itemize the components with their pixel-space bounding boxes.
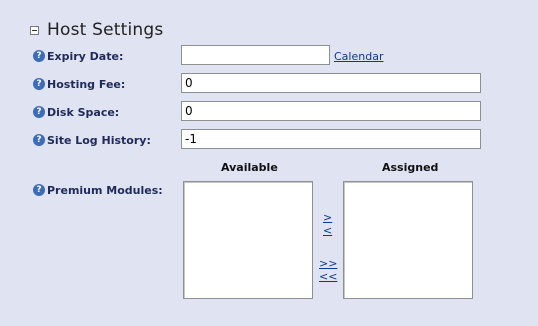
- calendar-link[interactable]: Calendar: [334, 50, 383, 63]
- hosting-fee-input[interactable]: [181, 73, 481, 93]
- assigned-header: Assigned: [382, 161, 439, 174]
- help-icon[interactable]: ?: [33, 106, 45, 118]
- expiry-date-row: ? Expiry Date:: [33, 46, 123, 66]
- remove-all-modules-button[interactable]: <<: [319, 271, 337, 283]
- available-header: Available: [221, 161, 278, 174]
- disk-space-input[interactable]: [181, 101, 481, 121]
- collapse-minus-icon[interactable]: [30, 25, 39, 35]
- hosting-fee-row: ? Hosting Fee:: [33, 74, 125, 94]
- disk-space-row: ? Disk Space:: [33, 102, 119, 122]
- expiry-date-input[interactable]: [181, 45, 330, 65]
- help-icon[interactable]: ?: [33, 184, 45, 196]
- help-icon[interactable]: ?: [33, 50, 45, 62]
- help-icon[interactable]: ?: [33, 134, 45, 146]
- available-modules-list[interactable]: [183, 181, 313, 299]
- hosting-fee-label: Hosting Fee:: [47, 77, 126, 91]
- expiry-date-label: Expiry Date:: [47, 49, 124, 63]
- site-log-history-row: ? Site Log History:: [33, 130, 151, 150]
- disk-space-label: Disk Space:: [47, 105, 120, 119]
- remove-module-button[interactable]: <: [323, 225, 332, 237]
- section-header: Host Settings: [30, 19, 163, 41]
- site-log-history-label: Site Log History:: [47, 133, 151, 147]
- add-module-button[interactable]: >: [323, 212, 332, 224]
- help-icon[interactable]: ?: [33, 78, 45, 90]
- add-all-modules-button[interactable]: >>: [319, 258, 337, 270]
- section-title: Host Settings: [47, 20, 164, 40]
- premium-modules-row: ? Premium Modules:: [33, 180, 163, 200]
- assigned-modules-list[interactable]: [343, 181, 473, 299]
- site-log-history-input[interactable]: [181, 129, 481, 149]
- premium-modules-label: Premium Modules:: [47, 183, 163, 197]
